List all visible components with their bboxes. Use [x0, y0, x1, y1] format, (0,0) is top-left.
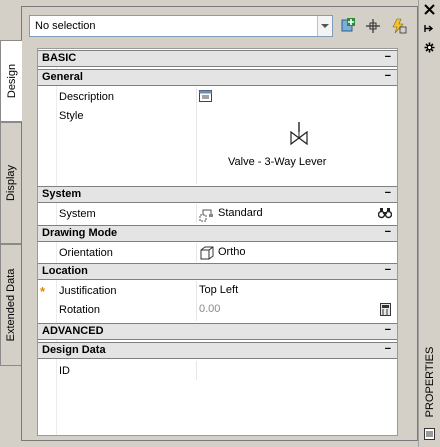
row-style[interactable]: Style Valve - 3-Way Lever [38, 106, 397, 184]
collapse-drawing-mode-toggle[interactable]: − [385, 226, 391, 238]
auto-hide-icon[interactable] [424, 23, 435, 34]
tab-extended-data-label: Extended Data [5, 268, 17, 342]
id-label: ID [59, 365, 70, 377]
tab-design-label: Design [5, 63, 18, 99]
collapse-basic-toggle[interactable]: − [385, 51, 391, 63]
row-orientation[interactable]: Orientation Ortho [38, 243, 397, 262]
rotation-calculator-icon[interactable] [380, 303, 391, 316]
category-system[interactable]: System − [38, 186, 397, 203]
tab-design[interactable]: Design [0, 40, 22, 122]
quick-select-icon[interactable] [389, 17, 407, 35]
palette-title-strip[interactable]: PROPERTIES [418, 0, 440, 447]
justification-label: Justification [59, 285, 117, 297]
options-icon[interactable] [424, 42, 435, 53]
description-label: Description [59, 91, 115, 103]
category-general-label: General [42, 71, 83, 83]
category-basic[interactable]: BASIC − [38, 50, 397, 67]
category-design-data-label: Design Data [42, 344, 106, 356]
description-edit-icon[interactable] [199, 90, 212, 102]
system-icon [199, 209, 213, 222]
category-design-data[interactable]: Design Data − [38, 342, 397, 359]
category-advanced-label: ADVANCED [42, 325, 104, 337]
style-value: Valve - 3-Way Lever [228, 156, 327, 168]
orientation-label: Orientation [59, 247, 113, 259]
orientation-value: Ortho [218, 246, 246, 258]
rotation-value[interactable]: 0.00 [199, 303, 220, 315]
add-style-icon[interactable] [339, 17, 357, 35]
category-location-label: Location [42, 265, 88, 277]
properties-panel: No selection BASIC − General − Descripti… [21, 6, 418, 441]
collapse-design-data-toggle[interactable]: − [385, 343, 391, 355]
properties-title: PROPERTIES [424, 346, 436, 418]
chevron-down-icon[interactable] [317, 16, 332, 36]
justification-value: Top Left [199, 284, 239, 296]
collapse-system-toggle[interactable]: − [385, 187, 391, 199]
binoculars-icon[interactable] [378, 207, 392, 219]
row-id[interactable]: ID [38, 361, 397, 380]
category-drawing-mode-label: Drawing Mode [42, 227, 118, 239]
category-system-label: System [42, 188, 82, 200]
system-value: Standard [218, 207, 263, 219]
selection-dropdown[interactable]: No selection [29, 15, 333, 37]
select-objects-icon[interactable] [364, 17, 382, 35]
row-rotation[interactable]: Rotation 0.00 [38, 300, 397, 319]
style-label: Style [59, 110, 84, 122]
selection-dropdown-value: No selection [35, 20, 96, 32]
tab-display[interactable]: Display [0, 122, 21, 244]
system-label: System [59, 208, 96, 220]
category-advanced[interactable]: ADVANCED − [38, 323, 397, 340]
row-description[interactable]: Description [38, 87, 397, 106]
properties-page-icon[interactable] [424, 428, 435, 440]
required-marker: * [40, 284, 46, 299]
tab-extended-data[interactable]: Extended Data [0, 244, 21, 366]
category-basic-label: BASIC [42, 52, 77, 64]
category-general[interactable]: General − [38, 69, 397, 86]
row-system[interactable]: System Standard [38, 204, 397, 223]
collapse-location-toggle[interactable]: − [385, 264, 391, 276]
category-drawing-mode[interactable]: Drawing Mode − [38, 225, 397, 242]
row-justification[interactable]: * Justification Top Left [38, 281, 397, 300]
orientation-cube-icon [200, 246, 214, 260]
rotation-label: Rotation [59, 304, 100, 316]
category-location[interactable]: Location − [38, 263, 397, 280]
style-preview-valve-icon [286, 114, 312, 150]
collapse-advanced-toggle[interactable]: − [385, 324, 391, 336]
property-grid: BASIC − General − Description Style Valv… [37, 48, 398, 436]
collapse-general-toggle[interactable]: − [385, 70, 391, 82]
close-icon[interactable] [424, 4, 435, 15]
tab-display-label: Display [5, 164, 17, 202]
